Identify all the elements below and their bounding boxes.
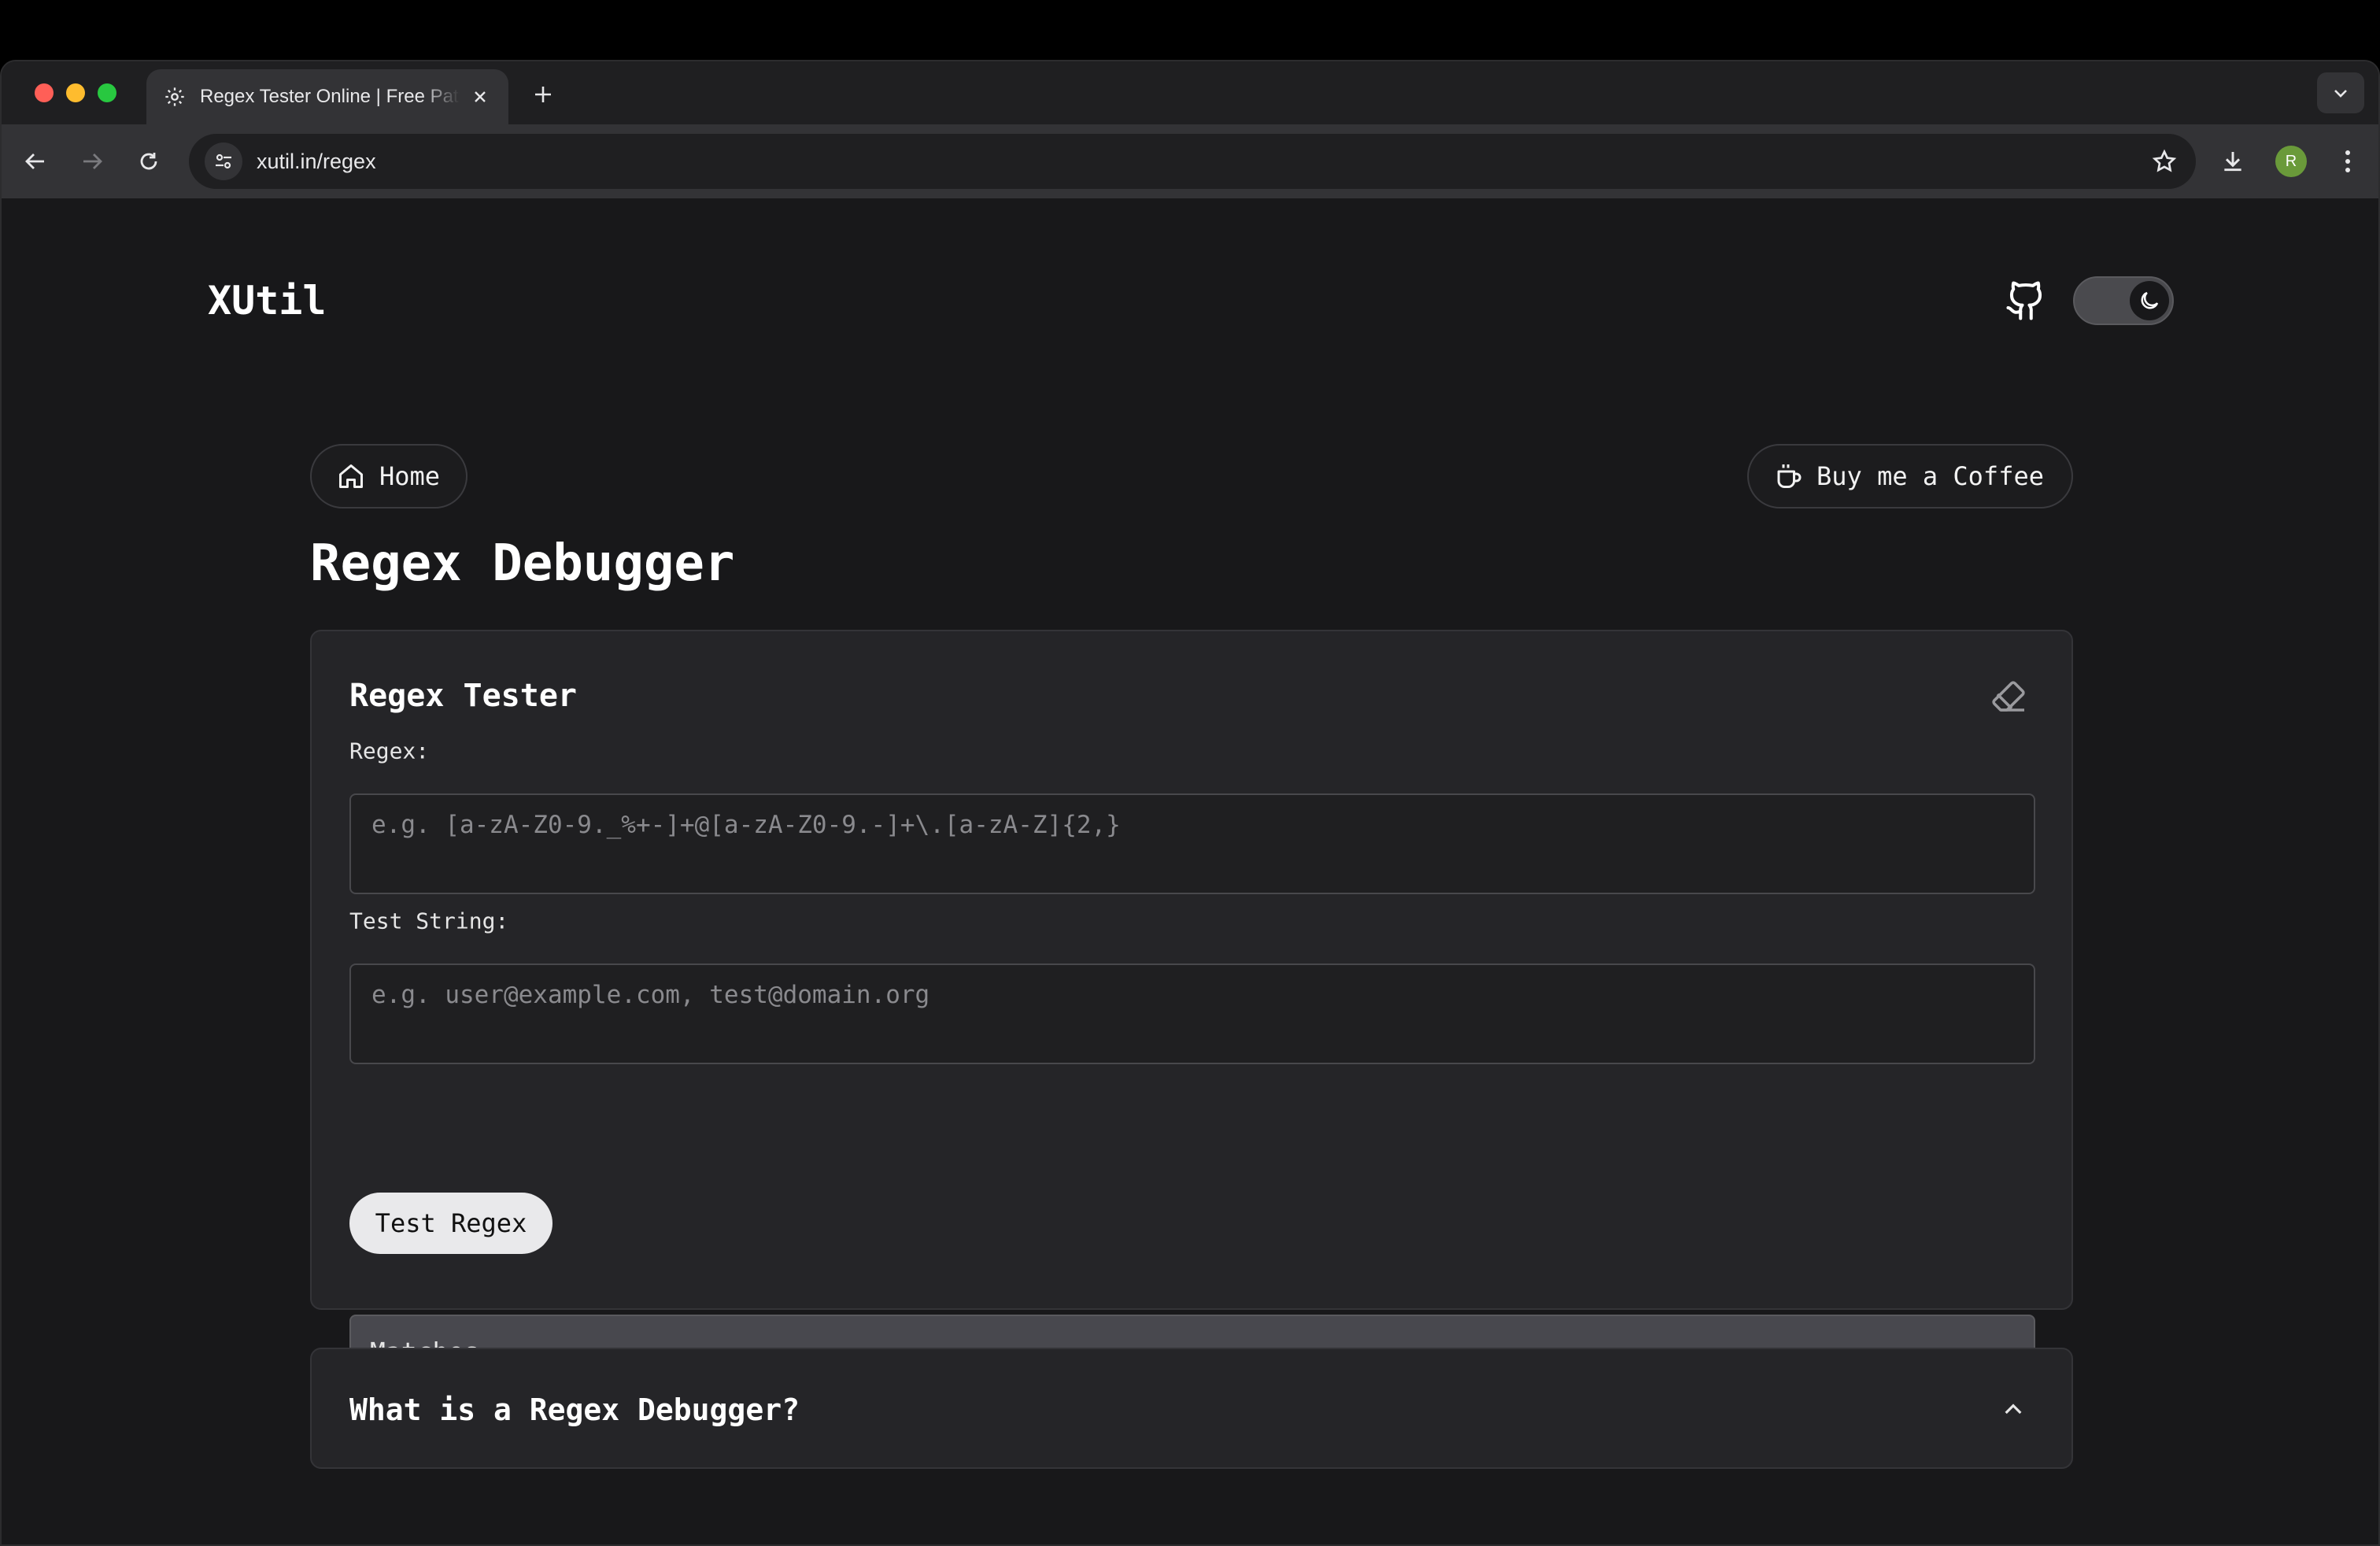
home-button[interactable]: Home — [310, 444, 468, 509]
faq-accordion[interactable]: What is a Regex Debugger? — [310, 1348, 2073, 1469]
site-logo[interactable]: XUtil — [208, 278, 327, 324]
eraser-icon[interactable] — [1986, 674, 2031, 718]
forward-button[interactable] — [72, 142, 112, 181]
tab-strip: Regex Tester Online | Free Pattern — [2, 61, 2378, 124]
url-text: xutil.in/regex — [257, 149, 376, 173]
regex-label: Regex: — [349, 738, 430, 764]
test-regex-button[interactable]: Test Regex — [349, 1193, 552, 1254]
address-bar[interactable]: xutil.in/regex — [189, 134, 2196, 189]
browser-toolbar: xutil.in/regex R — [2, 124, 2378, 198]
home-label: Home — [379, 461, 441, 491]
new-tab-button[interactable] — [527, 79, 559, 110]
coffee-label: Buy me a Coffee — [1816, 461, 2044, 491]
page-title: Regex Debugger — [310, 534, 735, 593]
close-tab-icon[interactable] — [468, 84, 493, 109]
site-info-icon[interactable] — [205, 142, 242, 180]
moon-icon — [2130, 281, 2169, 320]
browser-window: Regex Tester Online | Free Pattern xutil… — [0, 60, 2380, 1546]
tab-regex-tester[interactable]: Regex Tester Online | Free Pattern — [146, 69, 508, 124]
coffee-cup-icon — [1772, 460, 1804, 492]
tab-search-button[interactable] — [2317, 72, 2364, 113]
close-window-button[interactable] — [35, 83, 54, 102]
theme-toggle[interactable] — [2073, 276, 2174, 325]
faq-question: What is a Regex Debugger? — [349, 1393, 800, 1427]
test-string-label: Test String: — [349, 908, 509, 934]
regex-input[interactable]: e.g. [a-zA-Z0-9._%+-]+@[a-zA-Z0-9.-]+\.[… — [349, 793, 2035, 894]
test-string-input[interactable]: e.g. user@example.com, test@domain.org — [349, 963, 2035, 1064]
avatar: R — [2275, 146, 2307, 177]
page-content: XUtil Home Buy me a Coffee Regex Debugge… — [2, 198, 2378, 1544]
reload-button[interactable] — [129, 142, 168, 181]
back-button[interactable] — [16, 142, 55, 181]
gear-icon — [162, 84, 187, 109]
home-icon — [335, 460, 367, 492]
maximize-window-button[interactable] — [98, 83, 116, 102]
chevron-up-icon[interactable] — [1998, 1394, 2029, 1426]
card-title: Regex Tester — [349, 678, 577, 714]
downloads-icon[interactable] — [2213, 142, 2252, 181]
buy-me-a-coffee-button[interactable]: Buy me a Coffee — [1747, 444, 2073, 509]
browser-menu-icon[interactable] — [2328, 142, 2367, 181]
bookmark-star-icon[interactable] — [2149, 146, 2180, 177]
regex-tester-card: Regex Tester Regex: e.g. [a-zA-Z0-9._%+-… — [310, 630, 2073, 1406]
minimize-window-button[interactable] — [66, 83, 85, 102]
tab-title: Regex Tester Online | Free Pattern — [200, 86, 460, 107]
github-icon[interactable] — [2002, 277, 2049, 324]
profile-button[interactable]: R — [2271, 142, 2311, 181]
